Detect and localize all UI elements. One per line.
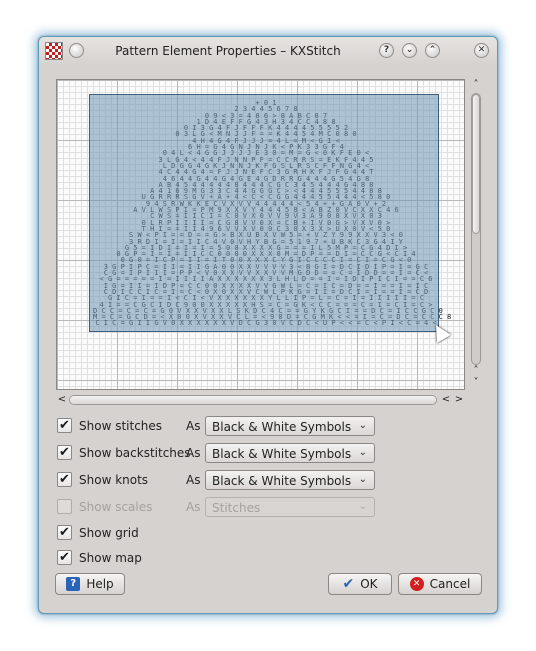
ok-button[interactable]: ✔ OK [328, 573, 392, 595]
option-show-stitches: ✔ Show stitches As Black & White Symbols… [57, 416, 477, 436]
help-icon: ? [66, 577, 81, 591]
as-label: As [186, 446, 201, 460]
minimize-button[interactable]: ⌄ [402, 43, 417, 58]
horizontal-scroll-thumb[interactable] [70, 396, 436, 404]
horizontal-scroll-track[interactable] [69, 395, 437, 405]
show-grid-checkbox[interactable]: ✔ [57, 525, 72, 540]
map-overlay[interactable] [89, 94, 439, 332]
chevron-down-icon: ⌄ [358, 447, 367, 458]
horizontal-scrollbar[interactable]: < < > [56, 393, 465, 407]
scroll-right-icon[interactable]: > [453, 394, 465, 406]
show-grid-label[interactable]: Show grid [79, 526, 139, 540]
stitches-style-select[interactable]: Black & White Symbols ⌄ [205, 416, 375, 436]
as-label: As [186, 473, 201, 487]
show-backstitches-checkbox[interactable]: ✔ [57, 445, 72, 460]
option-show-scales: Show scales As Stitches ⌄ [57, 497, 477, 517]
title-bar[interactable]: Pattern Element Properties – KXStitch ? … [39, 37, 497, 65]
show-map-checkbox[interactable]: ✔ [57, 550, 72, 565]
show-knots-checkbox[interactable]: ✔ [57, 472, 72, 487]
close-button[interactable]: ✕ [474, 43, 489, 58]
pattern-preview[interactable]: + 0 12 3 4 4 5 6 7 80 9 < 3 = 4 8 6 > 8 … [56, 79, 465, 390]
chevron-down-icon: ⌄ [358, 420, 367, 431]
show-map-label[interactable]: Show map [79, 551, 142, 565]
show-scales-label: Show scales [79, 500, 153, 514]
scales-style-value: Stitches [212, 501, 261, 515]
show-backstitches-label[interactable]: Show backstitches [79, 446, 191, 460]
scroll-up-icon[interactable]: ˄ [470, 79, 482, 91]
show-stitches-checkbox[interactable]: ✔ [57, 418, 72, 433]
vertical-scroll-thumb[interactable] [472, 94, 480, 234]
option-show-knots: ✔ Show knots As Black & White Symbols ⌄ [57, 470, 477, 490]
show-scales-checkbox [57, 499, 72, 514]
stitches-style-value: Black & White Symbols [212, 420, 352, 434]
vertical-scroll-track[interactable] [471, 93, 481, 365]
cancel-button[interactable]: ✕ Cancel [398, 573, 482, 595]
kxstitch-app-icon[interactable] [45, 42, 63, 60]
window-menu-button[interactable] [69, 43, 84, 58]
option-show-map: ✔ Show map [57, 548, 477, 568]
chevron-down-icon: ⌄ [358, 501, 367, 512]
ok-button-label: OK [360, 577, 378, 591]
cancel-icon: ✕ [409, 577, 424, 591]
scroll-left-icon[interactable]: < [56, 394, 68, 406]
help-button-label: Help [86, 577, 114, 591]
scales-style-select: Stitches ⌄ [205, 497, 375, 517]
window-title: Pattern Element Properties – KXStitch [115, 44, 341, 58]
chevron-down-icon: ⌄ [358, 474, 367, 485]
option-show-grid: ✔ Show grid [57, 523, 477, 543]
as-label: As [186, 419, 201, 433]
as-label: As [186, 500, 201, 514]
vertical-scrollbar[interactable]: ˄ ˄ ˅ [469, 79, 483, 390]
knots-style-select[interactable]: Black & White Symbols ⌄ [205, 470, 375, 490]
scroll-up-lower-icon[interactable]: ˄ [470, 365, 482, 377]
context-help-button[interactable]: ? [379, 43, 394, 58]
show-stitches-label[interactable]: Show stitches [79, 419, 162, 433]
cancel-button-label: Cancel [429, 577, 471, 591]
knots-style-value: Black & White Symbols [212, 474, 352, 488]
backstitches-style-select[interactable]: Black & White Symbols ⌄ [205, 443, 375, 463]
show-knots-label[interactable]: Show knots [79, 473, 148, 487]
option-show-backstitches: ✔ Show backstitches As Black & White Sym… [57, 443, 477, 463]
scroll-left-right-icon[interactable]: < [440, 394, 452, 406]
scroll-down-icon[interactable]: ˅ [470, 377, 482, 389]
maximize-button[interactable]: ⌃ [425, 43, 440, 58]
backstitches-style-value: Black & White Symbols [212, 447, 352, 461]
checkmark-icon: ✔ [342, 576, 355, 592]
help-button[interactable]: ? Help [55, 573, 125, 595]
dialog-window: Pattern Element Properties – KXStitch ? … [38, 36, 498, 614]
